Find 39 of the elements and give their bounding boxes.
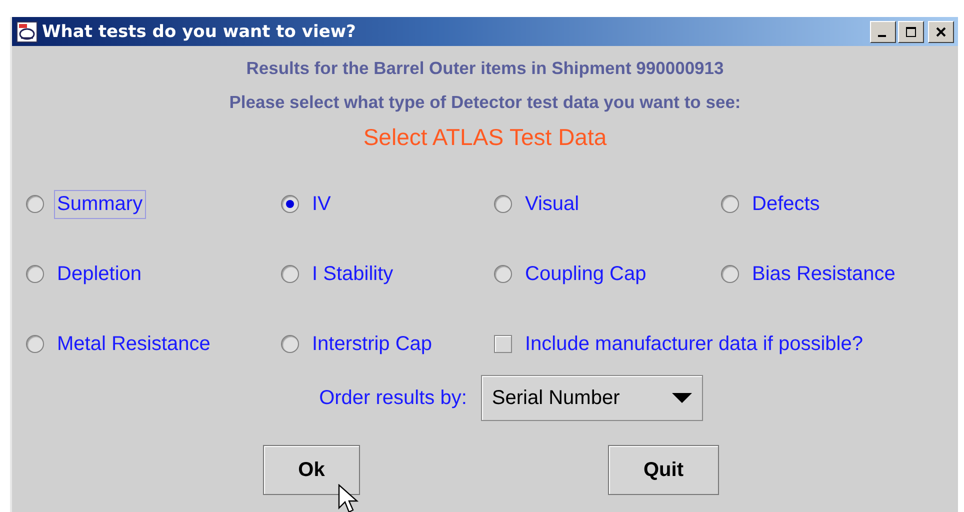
section-title: Select ATLAS Test Data	[363, 124, 607, 151]
window-title: What tests do you want to view?	[42, 22, 357, 42]
option-label[interactable]: Include manufacturer data if possible?	[522, 330, 866, 358]
minimize-icon	[878, 35, 886, 37]
radio-button[interactable]	[281, 265, 299, 283]
app-icon	[16, 20, 38, 42]
results-heading: Results for the Barrel Outer items in Shipment 990000913	[246, 58, 724, 80]
maximize-icon	[905, 26, 917, 38]
minimize-button[interactable]	[870, 20, 896, 42]
option-label[interactable]: Visual	[522, 190, 582, 218]
dropdown-arrow-icon	[672, 393, 692, 403]
option-label[interactable]: Summary	[54, 190, 146, 218]
option-label[interactable]: Depletion	[54, 260, 145, 288]
radio-button[interactable]	[494, 195, 512, 213]
close-icon	[935, 26, 947, 38]
checkbox[interactable]	[494, 335, 512, 353]
option-label[interactable]: I Stability	[309, 260, 396, 288]
quit-button[interactable]: Quit	[608, 445, 719, 495]
radio-button[interactable]	[494, 265, 512, 283]
instruction-text: Please select what type of Detector test data you want to see:	[229, 92, 741, 114]
option-label[interactable]: Bias Resistance	[749, 260, 898, 288]
radio-button[interactable]	[281, 335, 299, 353]
option-label[interactable]: Defects	[749, 190, 823, 218]
maximize-button[interactable]	[898, 20, 924, 42]
radio-button[interactable]	[26, 195, 44, 213]
order-label: Order results by:	[319, 386, 467, 410]
option-label[interactable]: Metal Resistance	[54, 330, 214, 358]
close-button[interactable]	[928, 20, 954, 42]
option-label[interactable]: Interstrip Cap	[309, 330, 436, 358]
radio-button[interactable]	[26, 335, 44, 353]
radio-button[interactable]	[721, 265, 739, 283]
radio-button[interactable]	[721, 195, 739, 213]
radio-button[interactable]	[281, 195, 299, 213]
ok-button[interactable]: Ok	[263, 445, 360, 495]
option-label[interactable]: IV	[309, 190, 334, 218]
mouse-cursor-icon	[338, 484, 360, 512]
order-dropdown[interactable]: Serial Number	[480, 375, 703, 421]
radio-button[interactable]	[26, 265, 44, 283]
option-label[interactable]: Coupling Cap	[522, 260, 650, 288]
